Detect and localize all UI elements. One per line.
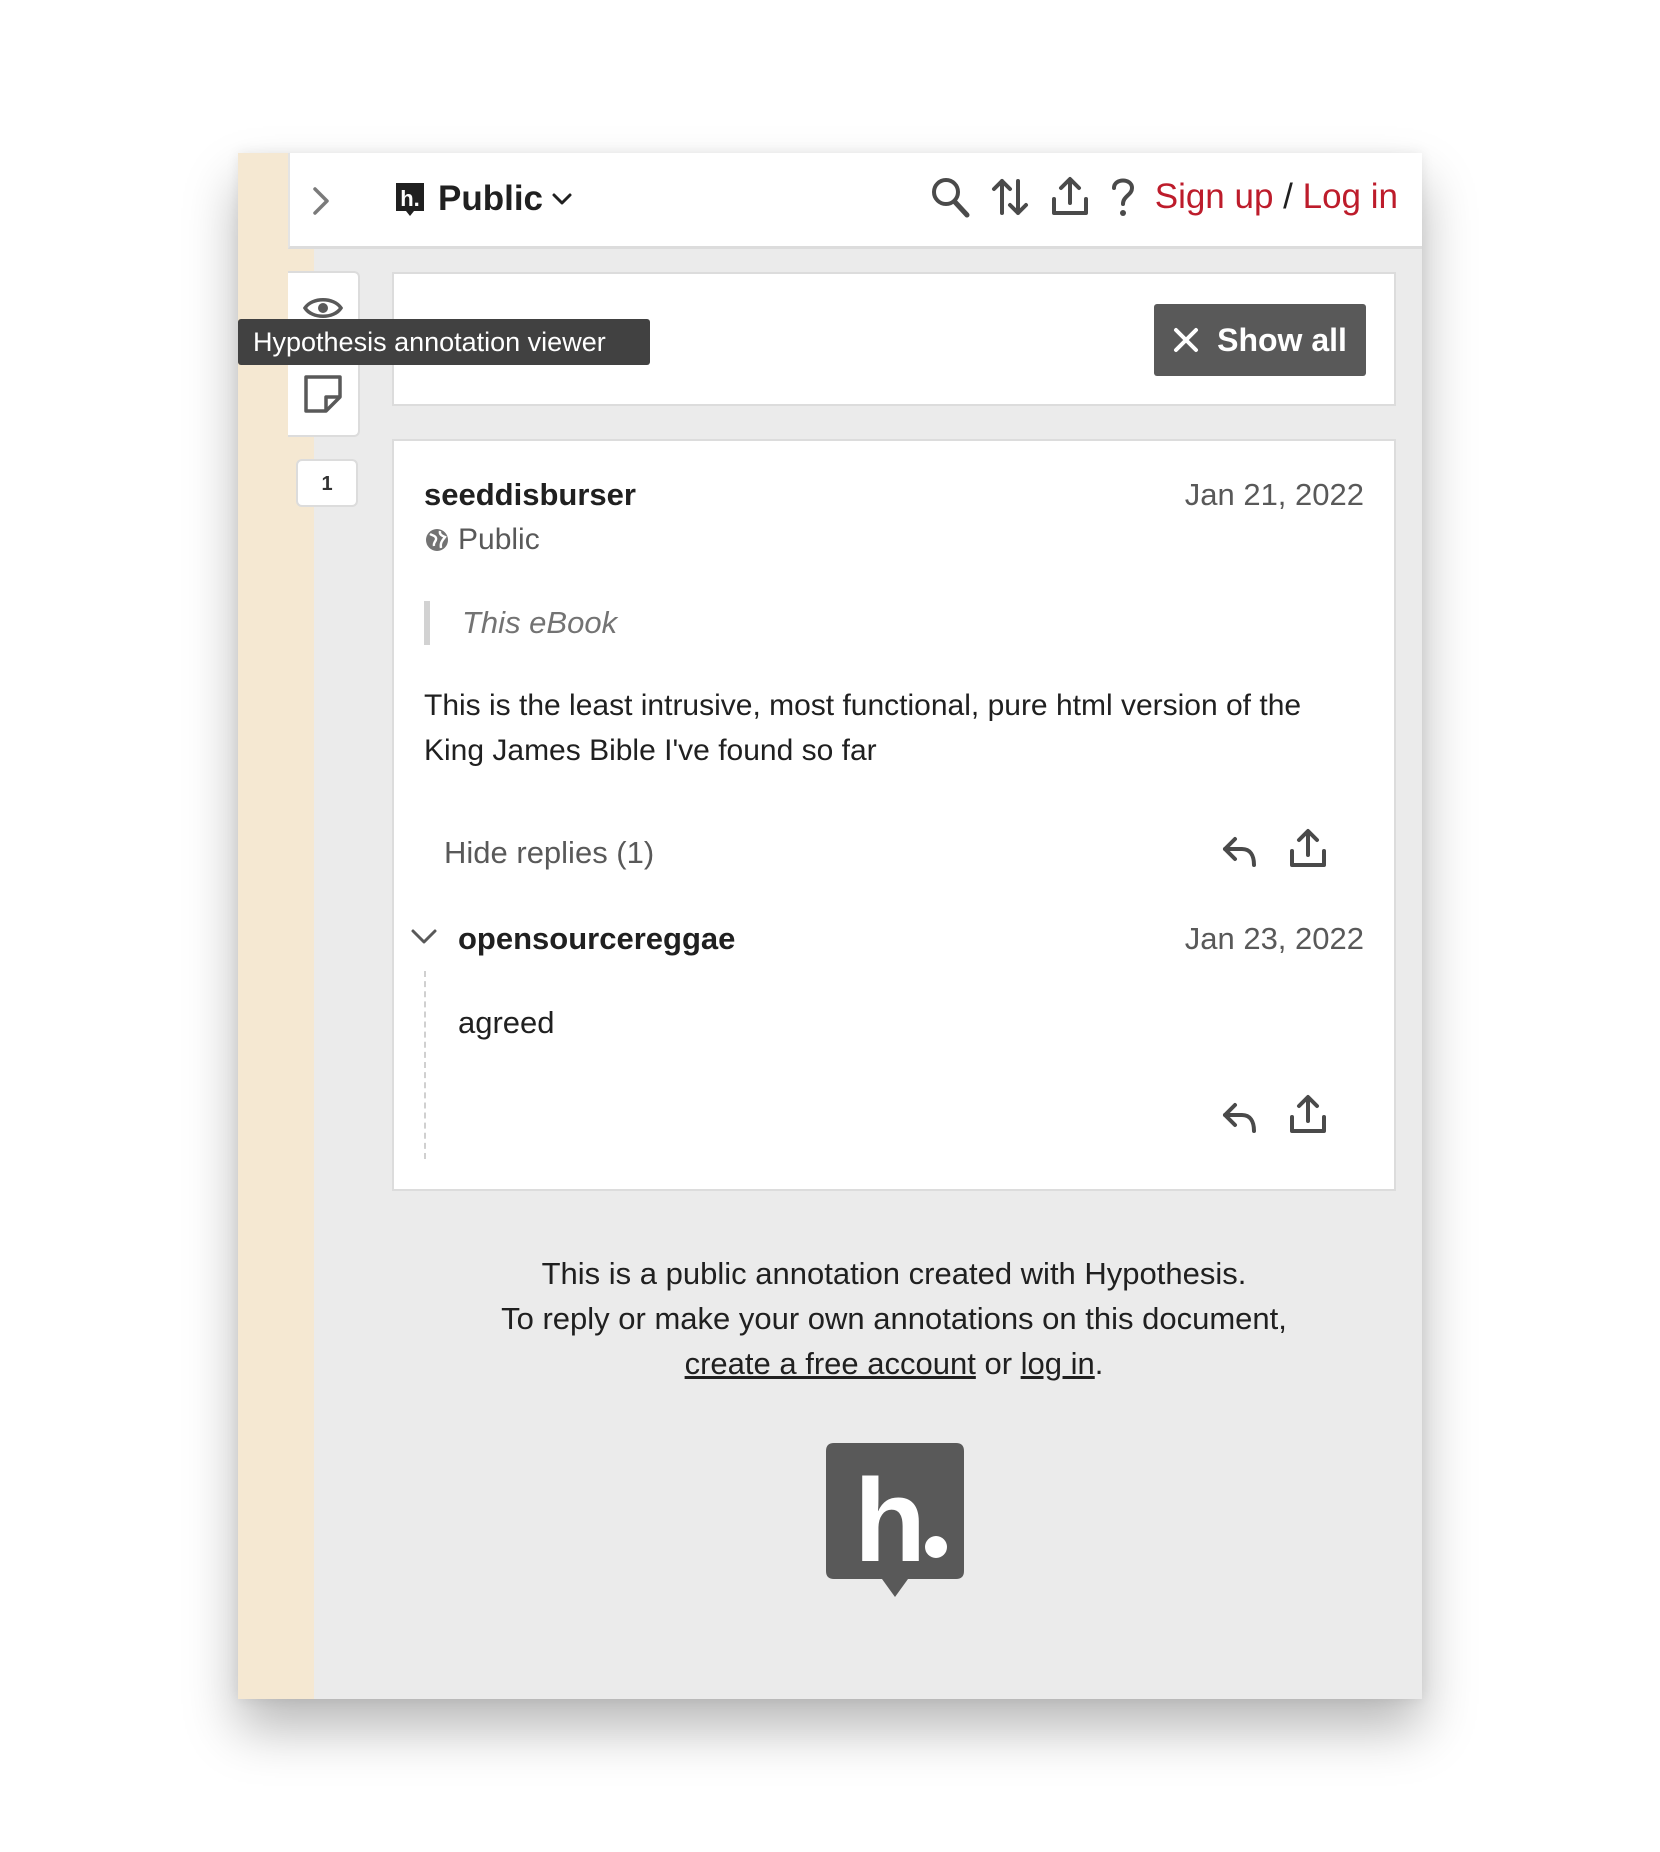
svg-text:h.: h. [400,186,420,211]
show-all-label: Show all [1217,321,1347,358]
annotation-date[interactable]: Jan 21, 2022 [1185,477,1364,513]
login-link[interactable]: Log in [1303,177,1398,216]
annotation-group: Public [424,523,540,557]
notice-period: . [1094,1346,1104,1381]
share-icon[interactable] [1049,175,1091,219]
hide-replies-button[interactable]: Hide replies (1) [444,835,654,871]
hypothesis-logo-icon: h [826,1443,964,1603]
group-selector[interactable]: h. Public [394,179,573,219]
create-account-link[interactable]: create a free account [685,1346,976,1381]
reply-user[interactable]: opensourcereggae [458,921,735,957]
annotation-card[interactable]: seeddisburser Jan 21, 2022 Public This e… [392,439,1396,1191]
notice-or: or [975,1346,1021,1381]
group-name: Public [438,179,544,218]
auth-links: Sign up / Log in [1155,177,1398,217]
signup-link[interactable]: Sign up [1155,177,1274,216]
auth-separator: / [1273,177,1303,216]
public-annotation-notice: This is a public annotation created with… [392,1251,1396,1386]
annotation-body: This is the least intrusive, most functi… [424,689,1302,767]
thread-line [424,971,426,1159]
chevron-down-icon [551,191,573,207]
annotation-group-label: Public [458,523,540,556]
footer-login-link[interactable]: log in [1021,1346,1095,1381]
reply-body: agreed [458,1005,555,1040]
chevron-down-icon[interactable] [410,927,438,947]
globe-icon [424,527,450,553]
search-icon[interactable] [929,175,971,219]
help-icon[interactable] [1109,175,1137,219]
annotation-bucket[interactable]: 1 [296,459,358,507]
top-bar: h. Public Sign up / Log in [288,153,1422,249]
reply-icon[interactable] [1220,831,1260,871]
share-icon[interactable] [1288,827,1328,871]
svg-text:h: h [854,1455,926,1587]
chevron-right-icon[interactable] [308,181,334,221]
close-icon [1173,327,1199,353]
sidebar-window: h. Public Sign up / Log in 1 Show all Hy… [238,153,1422,1699]
annotation-quote: This eBook [424,601,617,645]
hypothesis-logo-icon: h. [394,181,426,217]
notice-line-2: To reply or make your own annotations on… [501,1301,1287,1336]
sort-icon[interactable] [989,175,1031,219]
notice-line-1: This is a public annotation created with… [541,1256,1247,1291]
notice-line-3: create a free account or log in. [392,1341,1396,1386]
reply-icon[interactable] [1220,1097,1260,1137]
reply-date[interactable]: Jan 23, 2022 [1185,921,1364,957]
tooltip: Hypothesis annotation viewer [238,319,650,365]
annotation-user[interactable]: seeddisburser [424,477,636,513]
top-bar-actions: Sign up / Log in [929,175,1398,219]
share-icon[interactable] [1288,1093,1328,1137]
note-icon[interactable] [302,373,344,415]
show-all-button[interactable]: Show all [1154,304,1366,376]
